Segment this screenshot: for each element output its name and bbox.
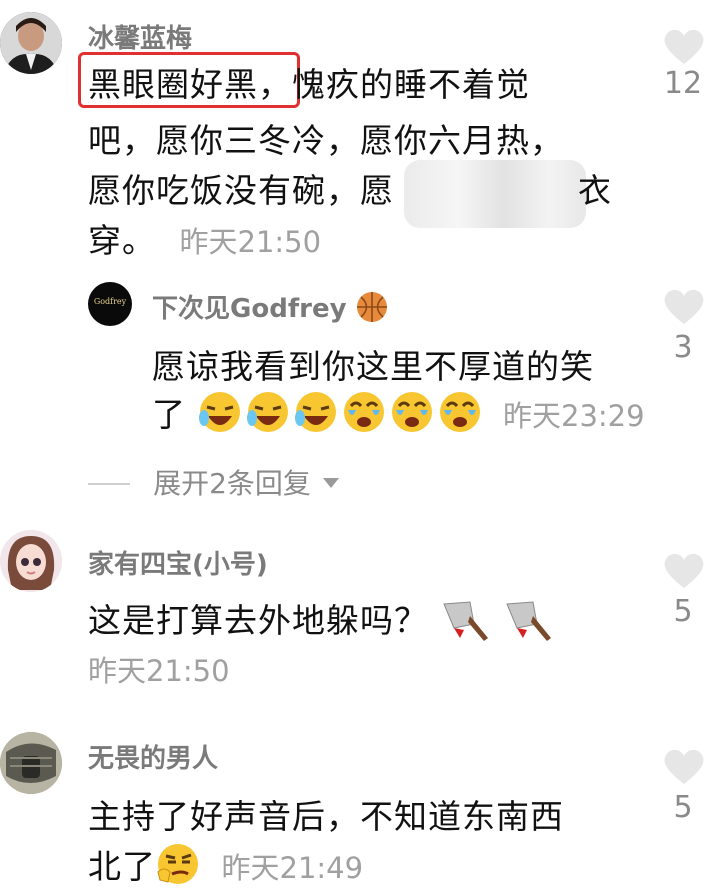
avatar[interactable]: [0, 530, 62, 592]
reply-text-line: 愿谅我看到你这里不厚道的笑: [152, 347, 594, 386]
like-count: 3: [673, 330, 693, 365]
timestamp: 昨天21:49: [221, 851, 364, 885]
like-count: 5: [673, 594, 693, 629]
timestamp: 昨天23:29: [503, 399, 645, 433]
comment-text-line: 北了 昨天21:49: [88, 840, 363, 888]
heart-icon[interactable]: [662, 26, 706, 66]
timestamp: 昨天21:50: [179, 225, 322, 259]
username[interactable]: 家有四宝(小号): [88, 544, 268, 581]
comment-text-line: 黑眼圈好黑，愧疚的睡不着觉: [88, 65, 530, 104]
comment-text-line: 主持了好声音后，不知道东南西: [88, 797, 564, 836]
comment-text-line: 吧，愿你三冬冷，愿你六月热，: [88, 121, 564, 160]
divider: [88, 483, 130, 485]
avatar[interactable]: Godfrey: [88, 282, 132, 326]
avatar-label: Godfrey: [93, 297, 127, 306]
chevron-down-icon: [323, 478, 340, 488]
reply-text-line: 了 昨天23:29: [152, 388, 645, 436]
avatar[interactable]: [0, 732, 62, 794]
like-count: 12: [663, 66, 703, 101]
avatar[interactable]: [0, 12, 62, 74]
heart-icon[interactable]: [662, 550, 706, 590]
laughing-crying-emoji-icon: [198, 392, 240, 432]
cleaver-knife-icon: [506, 601, 551, 641]
laughing-crying-emoji-icon: [294, 392, 336, 432]
username[interactable]: 冰馨蓝梅: [88, 18, 192, 55]
smirk-emoji-icon: [157, 844, 198, 884]
blur-overlay: [404, 160, 586, 228]
like-count: 5: [673, 790, 693, 825]
comment-text-line: 愿你吃饭没有碗，愿: [88, 171, 394, 210]
tears-of-joy-emoji-icon: [343, 392, 384, 432]
expand-replies-label: 展开2条回复: [153, 467, 311, 500]
basketball-icon: [356, 292, 387, 322]
tears-of-joy-emoji-icon: [391, 392, 432, 432]
heart-icon[interactable]: [662, 286, 706, 326]
cleaver-knife-icon: [442, 601, 488, 641]
highlighted-text: 黑眼圈好黑，: [88, 65, 292, 104]
expand-replies-button[interactable]: 展开2条回复: [88, 462, 340, 502]
timestamp: 昨天21:50: [88, 654, 230, 688]
heart-icon[interactable]: [662, 746, 706, 786]
tears-of-joy-emoji-icon: [439, 392, 480, 432]
comment-text-tail: 衣: [578, 171, 612, 210]
username[interactable]: 下次见Godfrey: [152, 288, 388, 325]
laughing-crying-emoji-icon: [246, 392, 288, 432]
username[interactable]: 无畏的男人: [88, 738, 218, 775]
comment-text-line: 这是打算去外地躲吗？: [88, 594, 555, 642]
comment-text-line: 穿。 昨天21:50: [88, 221, 322, 260]
